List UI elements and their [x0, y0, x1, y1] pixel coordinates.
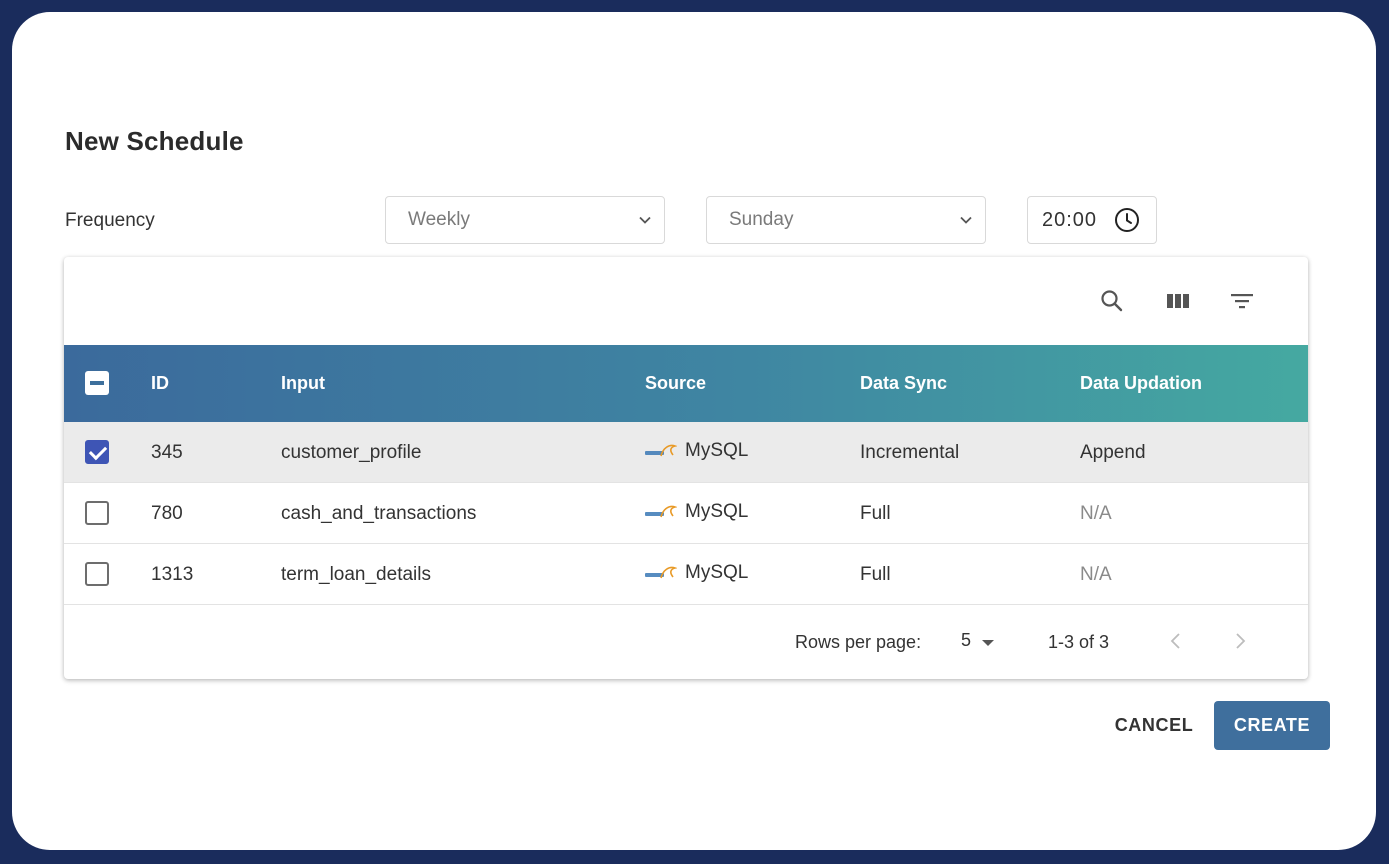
column-header-source[interactable]: Source — [645, 373, 706, 394]
time-value: 20:00 — [1042, 208, 1098, 231]
caret-down-icon[interactable] — [982, 640, 994, 646]
row-id: 345 — [151, 442, 183, 463]
row-input: customer_profile — [281, 442, 422, 463]
row-data-sync: Full — [860, 503, 891, 524]
mysql-logo-icon — [645, 444, 677, 457]
inputs-table-card: ID Input Source Data Sync Data Updation … — [64, 257, 1308, 679]
frequency-select[interactable]: Weekly — [385, 196, 665, 244]
row-input: cash_and_transactions — [281, 503, 477, 524]
rows-per-page-label: Rows per page: — [795, 632, 922, 652]
row-source: MySQL — [645, 501, 748, 523]
clock-icon[interactable] — [1114, 207, 1140, 233]
frequency-select-value: Weekly — [408, 209, 470, 230]
filter-list-icon[interactable] — [1228, 287, 1256, 315]
create-button[interactable]: CREATE — [1214, 701, 1330, 750]
column-header-data-sync[interactable]: Data Sync — [860, 373, 947, 394]
row-source: MySQL — [645, 562, 748, 584]
table-row[interactable]: 1313 term_loan_details MySQL Full N/A — [64, 544, 1308, 605]
row-checkbox[interactable] — [85, 440, 109, 464]
chevron-left-icon[interactable] — [1166, 630, 1186, 652]
row-input: term_loan_details — [281, 564, 431, 585]
table-pagination: Rows per page: 5 1-3 of 3 — [64, 606, 1308, 679]
chevron-right-icon[interactable] — [1230, 630, 1250, 652]
row-checkbox[interactable] — [85, 501, 109, 525]
row-source-label: MySQL — [685, 501, 749, 522]
table-toolbar — [64, 257, 1308, 345]
view-column-icon[interactable] — [1164, 287, 1192, 315]
row-id: 780 — [151, 503, 183, 524]
column-header-input[interactable]: Input — [281, 373, 325, 394]
new-schedule-dialog: New Schedule Frequency Weekly Sunday 20:… — [12, 12, 1376, 850]
table-row[interactable]: 780 cash_and_transactions MySQL Full N/A — [64, 483, 1308, 544]
row-data-updation: N/A — [1080, 564, 1112, 585]
row-source: MySQL — [645, 440, 748, 462]
dialog-title: New Schedule — [65, 126, 244, 156]
mysql-logo-icon — [645, 505, 677, 518]
frequency-label: Frequency — [65, 210, 155, 231]
row-data-updation: Append — [1080, 442, 1146, 463]
rows-per-page-select[interactable]: 5 — [961, 630, 971, 651]
column-header-data-updation[interactable]: Data Updation — [1080, 373, 1202, 394]
day-select-value: Sunday — [729, 209, 794, 230]
chevron-down-icon — [960, 216, 972, 224]
column-header-id[interactable]: ID — [151, 373, 169, 394]
outer-frame: New Schedule Frequency Weekly Sunday 20:… — [0, 0, 1389, 864]
row-data-sync: Full — [860, 564, 891, 585]
select-all-checkbox[interactable] — [85, 371, 109, 395]
pagination-range: 1-3 of 3 — [1048, 632, 1110, 652]
day-select[interactable]: Sunday — [706, 196, 986, 244]
table-row[interactable]: 345 customer_profile MySQL Incremental A… — [64, 422, 1308, 483]
time-input[interactable]: 20:00 — [1027, 196, 1157, 244]
row-data-updation: N/A — [1080, 503, 1112, 524]
chevron-down-icon — [639, 216, 651, 224]
row-source-label: MySQL — [685, 562, 749, 583]
row-checkbox[interactable] — [85, 562, 109, 586]
table-header: ID Input Source Data Sync Data Updation — [64, 345, 1308, 422]
search-icon[interactable] — [1098, 287, 1126, 315]
row-data-sync: Incremental — [860, 442, 960, 463]
cancel-button[interactable]: CANCEL — [1106, 702, 1202, 748]
mysql-logo-icon — [645, 566, 677, 579]
row-id: 1313 — [151, 564, 194, 585]
row-source-label: MySQL — [685, 440, 749, 461]
